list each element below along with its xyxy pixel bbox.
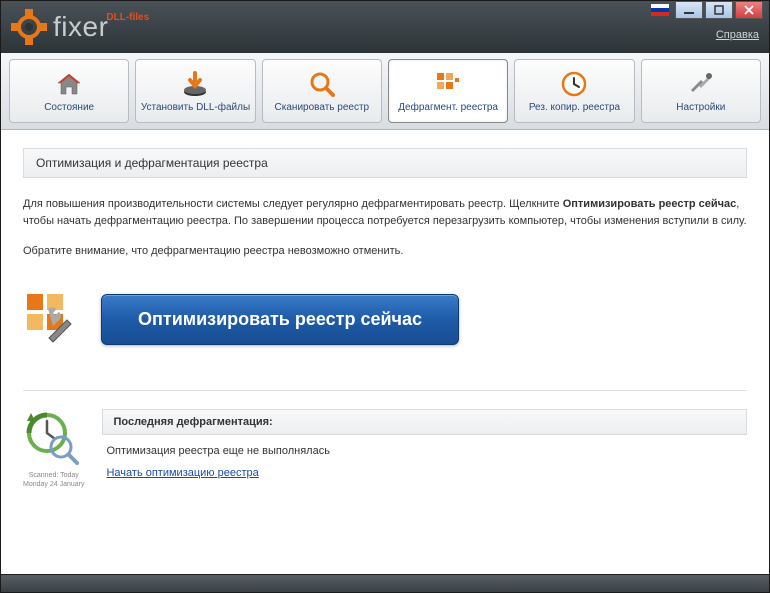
download-icon xyxy=(181,70,209,98)
defrag-large-icon xyxy=(23,290,83,350)
tab-label: Настройки xyxy=(676,102,725,113)
maximize-button[interactable] xyxy=(705,1,733,19)
scan-caption-2: Monday 24 January xyxy=(23,481,84,489)
status-area: Scanned: Today Monday 24 January Последн… xyxy=(23,390,747,489)
action-row: Оптимизировать реестр сейчас xyxy=(23,290,747,350)
minimize-icon xyxy=(684,5,694,15)
defrag-icon xyxy=(434,70,462,98)
tab-label: Рез. копир. реестра xyxy=(529,102,620,113)
description-paragraph-1: Для повышения производительности системы… xyxy=(23,196,747,229)
status-content: Последняя дефрагментация: Оптимизация ре… xyxy=(102,409,747,481)
description-paragraph-2: Обратите внимание, что дефрагментацию ре… xyxy=(23,243,747,260)
section-title: Оптимизация и дефрагментация реестра xyxy=(23,148,747,178)
tab-install-dll[interactable]: Установить DLL-файлы xyxy=(135,59,255,123)
status-icon-wrap: Scanned: Today Monday 24 January xyxy=(23,409,84,489)
logo: fixer DLL-files xyxy=(9,7,151,47)
title-bar: fixer DLL-files Справка xyxy=(1,1,769,53)
app-window: fixer DLL-files Справка Состояние xyxy=(0,0,770,593)
main-toolbar: Состояние Установить DLL-файлы Сканирова… xyxy=(1,53,769,130)
logo-text: fixer xyxy=(53,11,108,43)
tab-label: Сканировать реестр xyxy=(275,102,370,113)
logo-icon xyxy=(9,7,49,47)
main-content: Оптимизация и дефрагментация реестра Для… xyxy=(1,130,769,574)
tab-settings[interactable]: Настройки xyxy=(641,59,761,123)
scan-caption-1: Scanned: Today xyxy=(23,472,84,480)
language-flag-icon[interactable] xyxy=(651,4,669,16)
tab-label: Установить DLL-файлы xyxy=(141,102,250,113)
status-header: Последняя дефрагментация: xyxy=(102,409,747,435)
tab-defrag-registry[interactable]: Дефрагмент. реестра xyxy=(388,59,508,123)
tab-label: Дефрагмент. реестра xyxy=(398,102,498,113)
tools-icon xyxy=(687,70,715,98)
home-icon xyxy=(55,70,83,98)
window-controls xyxy=(651,1,763,19)
search-icon xyxy=(308,70,336,98)
close-button[interactable] xyxy=(735,1,763,19)
start-optimization-link[interactable]: Начать оптимизацию реестра xyxy=(102,467,258,479)
clock-icon xyxy=(560,70,588,98)
logo-prefix: DLL-files xyxy=(106,12,149,23)
status-bar xyxy=(1,574,769,592)
minimize-button[interactable] xyxy=(675,1,703,19)
close-icon xyxy=(744,5,754,15)
optimize-now-button[interactable]: Оптимизировать реестр сейчас xyxy=(101,294,459,345)
status-text: Оптимизация реестра еще не выполнялась xyxy=(102,445,747,457)
last-scan-icon xyxy=(23,409,79,465)
tab-label: Состояние xyxy=(44,102,94,113)
tab-state[interactable]: Состояние xyxy=(9,59,129,123)
tab-scan-registry[interactable]: Сканировать реестр xyxy=(262,59,382,123)
tab-backup-registry[interactable]: Рез. копир. реестра xyxy=(514,59,634,123)
help-link[interactable]: Справка xyxy=(716,29,759,41)
maximize-icon xyxy=(714,5,724,15)
